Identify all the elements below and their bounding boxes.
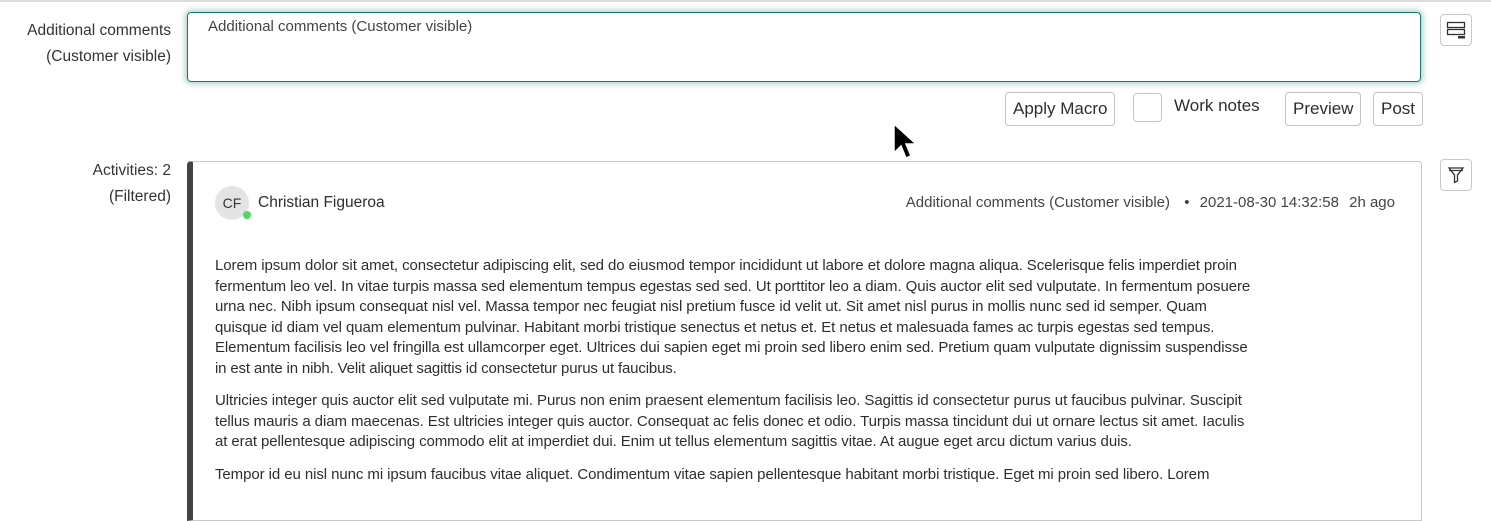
paragraph: Ultricies integer quis auctor elit sed v… <box>215 391 1405 453</box>
activity-field: Additional comments (Customer visible) <box>905 194 1171 211</box>
work-notes-checkbox[interactable] <box>1133 93 1162 122</box>
text-line: Lorem ipsum dolor sit amet, consectetur … <box>215 257 1237 274</box>
additional-comments-input[interactable]: Additional comments (Customer visible) <box>187 12 1421 82</box>
online-status-icon <box>243 211 251 219</box>
comments-label-line1: Additional comments <box>27 22 171 39</box>
comments-label-line2: (Customer visible) <box>46 48 171 65</box>
text-line: urna nec. Nibh ipsum consequat nisl vel.… <box>215 298 1207 315</box>
comments-placeholder: Additional comments (Customer visible) <box>208 18 473 35</box>
text-line: quisque id diam vel quam elementum pulvi… <box>215 318 1215 336</box>
author-name: Christian Figueroa <box>258 194 385 211</box>
text-line: fermentum leo vel. In vitae turpis massa… <box>215 277 1251 295</box>
apply-macro-button[interactable]: Apply Macro <box>1005 92 1116 126</box>
timestamp: 2021-08-30 14:32:58 <box>1199 194 1339 211</box>
text-line: Ultricies integer quis auctor elit sed v… <box>215 392 1242 409</box>
text-line: tellus mauris a diam maecenas. Est ultri… <box>215 412 1245 430</box>
activity-body: Lorem ipsum dolor sit amet, consectetur … <box>215 256 1405 497</box>
text-line: Elementum facilisis leo vel fringilla es… <box>215 339 1248 356</box>
activities-label: Activities: 2 (Filtered) <box>93 158 171 210</box>
toggle-field-button[interactable] <box>1440 14 1472 46</box>
filter-icon <box>1447 167 1465 184</box>
activity-entry: CF Christian Figueroa Additional comment… <box>187 161 1422 521</box>
paragraph: Lorem ipsum dolor sit amet, consectetur … <box>215 256 1405 379</box>
text-line: in est ante in nibh. Velit aliquet sagit… <box>215 359 677 377</box>
post-button[interactable]: Post <box>1373 92 1424 126</box>
paragraph: Tempor id eu nisl nunc mi ipsum faucibus… <box>215 465 1405 486</box>
separator: • <box>1184 194 1190 211</box>
stacked-fields-icon <box>1446 21 1466 39</box>
top-divider <box>0 0 1491 2</box>
activities-count: Activities: 2 <box>92 162 171 179</box>
preview-button[interactable]: Preview <box>1285 92 1362 126</box>
text-line: at erat pellentesque adipiscing commodo … <box>215 433 1132 450</box>
activity-meta: Additional comments (Customer visible) •… <box>900 194 1395 211</box>
text-line: Tempor id eu nisl nunc mi ipsum faucibus… <box>215 465 1210 483</box>
comments-label: Additional comments (Customer visible) <box>27 18 171 70</box>
filter-button[interactable] <box>1440 159 1472 191</box>
work-notes-label: Work notes <box>1174 96 1260 115</box>
relative-time: 2h ago <box>1349 194 1395 211</box>
activities-filtered: (Filtered) <box>108 188 171 205</box>
